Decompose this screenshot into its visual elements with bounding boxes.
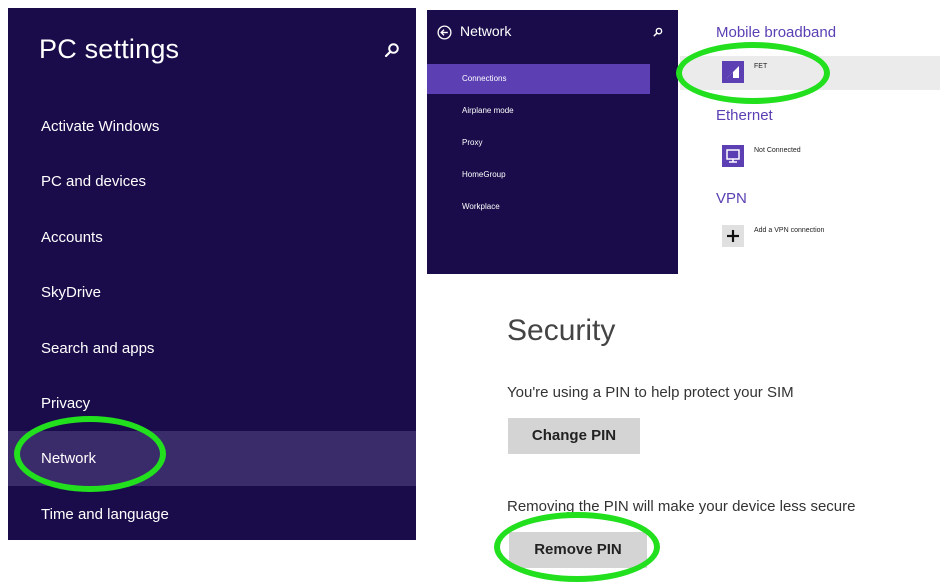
pc-settings-panel: PC settings Activate Windows PC and devi…	[8, 8, 416, 540]
signal-icon	[722, 61, 744, 83]
pc-settings-item-activate-windows[interactable]: Activate Windows	[8, 99, 416, 154]
network-item-proxy[interactable]: Proxy	[427, 128, 678, 158]
pc-settings-item-network[interactable]: Network	[8, 431, 416, 486]
pc-settings-item-time-and-language[interactable]: Time and language	[8, 487, 416, 542]
network-item-airplane-mode[interactable]: Airplane mode	[427, 96, 678, 126]
add-vpn-connection[interactable]: Add a VPN connection	[680, 220, 940, 254]
pc-settings-title: PC settings	[39, 34, 180, 64]
ethernet-heading: Ethernet	[716, 107, 773, 124]
pc-settings-item-search-and-apps[interactable]: Search and apps	[8, 321, 416, 376]
add-vpn-label: Add a VPN connection	[754, 227, 825, 234]
security-title: Security	[507, 314, 616, 347]
ethernet-label: Not Connected	[754, 147, 801, 154]
network-panel: Network Connections Airplane mode Proxy …	[427, 10, 678, 274]
remove-pin-button[interactable]: Remove PIN	[509, 532, 647, 568]
vpn-heading: VPN	[716, 190, 747, 207]
pc-settings-item-privacy[interactable]: Privacy	[8, 376, 416, 431]
mobile-broadband-label: FET	[754, 63, 768, 70]
remove-pin-warning-text: Removing the PIN will make your device l…	[507, 498, 856, 515]
pin-status-text: You're using a PIN to help protect your …	[507, 384, 794, 401]
pc-settings-item-skydrive[interactable]: SkyDrive	[8, 265, 416, 320]
network-item-connections[interactable]: Connections	[427, 64, 650, 94]
search-icon[interactable]	[653, 27, 663, 37]
mobile-broadband-heading: Mobile broadband	[716, 24, 837, 41]
change-pin-button[interactable]: Change PIN	[508, 418, 640, 454]
ethernet-connection[interactable]: Not Connected	[680, 140, 940, 174]
network-item-workplace[interactable]: Workplace	[427, 192, 678, 222]
search-icon[interactable]	[384, 42, 400, 58]
connections-panel: Mobile broadband FET Ethernet Not Connec…	[678, 10, 940, 274]
plus-icon	[722, 225, 744, 247]
network-item-homegroup[interactable]: HomeGroup	[427, 160, 678, 190]
back-arrow-icon[interactable]	[437, 25, 452, 40]
mobile-broadband-connection[interactable]: FET	[680, 56, 940, 90]
monitor-icon	[722, 145, 744, 167]
network-title: Network	[460, 23, 512, 39]
pc-settings-item-accounts[interactable]: Accounts	[8, 210, 416, 265]
pc-settings-item-pc-and-devices[interactable]: PC and devices	[8, 154, 416, 209]
